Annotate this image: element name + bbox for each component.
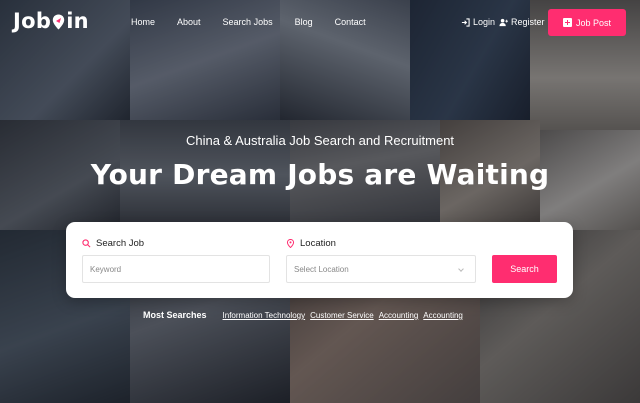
sign-in-icon <box>461 17 470 27</box>
login-label: Login <box>473 17 496 27</box>
search-job-label-text: Search Job <box>96 238 145 249</box>
nav-search-jobs[interactable]: Search Jobs <box>223 17 273 27</box>
nav-about[interactable]: About <box>177 17 201 27</box>
search-button[interactable]: Search <box>492 255 557 283</box>
logo-text-left: Job <box>13 9 52 33</box>
login-link[interactable]: Login <box>461 17 495 27</box>
location-select[interactable]: Select Location <box>286 255 476 283</box>
hero-background <box>0 0 640 403</box>
hero-subtitle: China & Australia Job Search and Recruit… <box>185 133 455 148</box>
register-link[interactable]: Register <box>499 17 545 27</box>
hero-headline: Your Dream Jobs are Waiting <box>90 158 550 191</box>
search-job-label: Search Job <box>82 238 144 249</box>
location-select-value: Select Location <box>294 264 349 274</box>
most-searches-title: Most Searches <box>143 310 207 320</box>
register-label: Register <box>511 17 545 27</box>
map-pin-icon <box>286 239 295 248</box>
location-label-text: Location <box>300 238 336 249</box>
keyword-input[interactable] <box>82 255 270 283</box>
search-tag-link[interactable]: Accounting <box>379 311 419 320</box>
main-nav: Home About Search Jobs Blog Contact <box>131 17 388 27</box>
hero-overlay <box>0 0 640 403</box>
nav-blog[interactable]: Blog <box>295 17 313 27</box>
job-post-button[interactable]: Job Post <box>548 9 626 36</box>
nav-home[interactable]: Home <box>131 17 155 27</box>
nav-contact[interactable]: Contact <box>335 17 366 27</box>
site-logo[interactable]: Job in <box>13 9 89 33</box>
chevron-down-icon <box>458 266 464 272</box>
search-icon <box>82 239 91 248</box>
location-label: Location <box>286 238 336 249</box>
logo-pin-icon <box>52 14 65 30</box>
logo-text-right: in <box>66 9 89 33</box>
user-plus-icon <box>499 18 508 26</box>
search-tag-link[interactable]: Customer Service <box>310 311 374 320</box>
job-search-form: Search Job Location Select Location Sear… <box>66 222 573 298</box>
job-post-label: Job Post <box>575 17 612 28</box>
search-tag-link[interactable]: Information Technology <box>223 311 306 320</box>
plus-square-icon <box>562 18 572 27</box>
site-header: Job in Home About Search Jobs Blog Conta… <box>0 0 640 46</box>
most-searches: Most Searches Information Technology Cus… <box>143 310 468 320</box>
search-tag-link[interactable]: Accounting <box>423 311 463 320</box>
